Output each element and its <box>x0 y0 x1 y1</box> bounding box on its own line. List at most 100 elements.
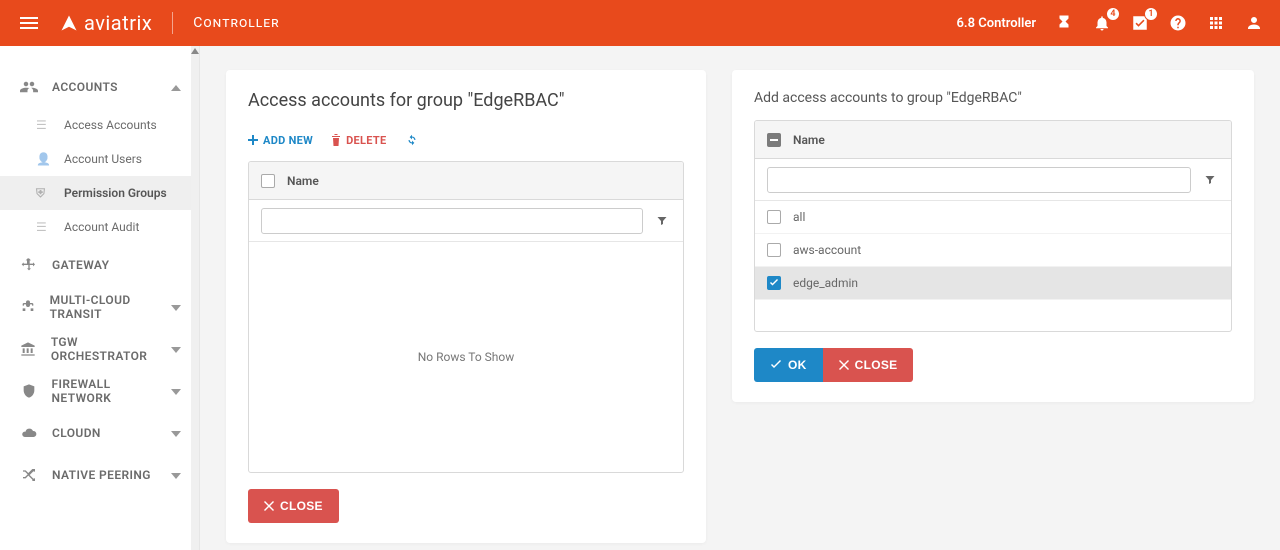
sub-permission-groups[interactable]: ⛨ Permission Groups <box>0 176 199 210</box>
brand-separator <box>172 12 173 34</box>
brand-subtitle: Controller <box>193 15 279 31</box>
nav-cloudn-label: CLOUDN <box>52 426 101 440</box>
left-toolbar: ADD NEW DELETE <box>248 133 684 147</box>
left-grid-filter-row <box>249 200 683 242</box>
select-all-checkbox[interactable] <box>261 174 287 188</box>
menu-toggle-icon[interactable] <box>16 13 42 33</box>
left-grid: Name No Rows To Show <box>248 161 684 473</box>
nav-tgw-orchestrator[interactable]: TGW ORCHESTRATOR <box>0 328 199 370</box>
sub-permission-groups-label: Permission Groups <box>64 186 167 200</box>
header-right: 6.8 Controller 4 1 <box>956 13 1264 33</box>
nav-multi-cloud-transit-label: MULTI-CLOUD TRANSIT <box>50 293 171 321</box>
sub-access-accounts-label: Access Accounts <box>64 118 157 132</box>
users-icon <box>18 78 40 96</box>
close-button-right[interactable]: CLOSE <box>823 348 914 382</box>
nav-cloudn[interactable]: CLOUDN <box>0 412 199 454</box>
brand-text: aviatrix <box>84 11 152 35</box>
left-panel-title: Access accounts for group "EdgeRBAC" <box>248 90 684 111</box>
sidebar-scrollbar[interactable] <box>191 46 199 550</box>
chevron-down-icon <box>171 300 181 314</box>
sub-access-accounts[interactable]: ☰ Access Accounts <box>0 108 199 142</box>
sidebar: ACCOUNTS ☰ Access Accounts 👤 Account Use… <box>0 46 200 550</box>
cloud-icon <box>18 425 40 441</box>
network-icon <box>18 299 38 315</box>
row-checkbox[interactable] <box>767 276 793 290</box>
left-grid-filter-input[interactable] <box>261 208 643 234</box>
left-grid-header: Name <box>249 162 683 200</box>
chevron-down-icon <box>171 468 181 482</box>
nav-gateway[interactable]: GATEWAY <box>0 244 199 286</box>
group-icon: ⛨ <box>36 186 54 201</box>
check-box-icon[interactable]: 1 <box>1130 13 1150 33</box>
brand: aviatrix Controller <box>60 11 280 35</box>
delete-label: DELETE <box>346 134 386 147</box>
right-grid-body: all aws-account edge_admin <box>755 201 1231 331</box>
grid-row-aws-account[interactable]: aws-account <box>755 234 1231 267</box>
top-header: aviatrix Controller 6.8 Controller 4 1 <box>0 0 1280 46</box>
nav-multi-cloud-transit[interactable]: MULTI-CLOUD TRANSIT <box>0 286 199 328</box>
left-button-row: CLOSE <box>248 489 684 523</box>
chevron-down-icon <box>171 426 181 440</box>
scroll-up-arrow-icon[interactable] <box>191 48 199 56</box>
row-label: aws-account <box>793 243 861 257</box>
row-checkbox[interactable] <box>767 243 793 257</box>
bank-icon <box>18 341 39 357</box>
left-grid-name-column: Name <box>287 174 319 188</box>
grid-row-all[interactable]: all <box>755 201 1231 234</box>
delete-button[interactable]: DELETE <box>331 134 386 147</box>
right-panel-title: Add access accounts to group "EdgeRBAC" <box>754 90 1232 106</box>
filter-icon[interactable] <box>653 215 671 227</box>
list-icon: ☰ <box>36 118 54 132</box>
move-icon <box>18 257 40 273</box>
filter-icon[interactable] <box>1201 174 1219 186</box>
close-right-label: CLOSE <box>855 358 898 372</box>
version-label: 6.8 Controller <box>956 16 1036 31</box>
close-label: CLOSE <box>280 499 323 513</box>
grid-row-edge-admin[interactable]: edge_admin <box>755 267 1231 300</box>
ok-button[interactable]: OK <box>754 348 823 382</box>
row-checkbox[interactable] <box>767 210 793 224</box>
right-grid: Name all aws-account <box>754 120 1232 332</box>
user-icon[interactable] <box>1244 13 1264 33</box>
chevron-down-icon <box>171 342 181 356</box>
right-select-all-checkbox[interactable] <box>767 133 793 147</box>
shuffle-icon <box>18 467 40 483</box>
right-button-row: OK CLOSE <box>754 348 1232 382</box>
left-grid-body: No Rows To Show <box>249 242 683 472</box>
ok-label: OK <box>788 358 807 372</box>
audit-icon: ☰ <box>36 220 54 234</box>
refresh-button[interactable] <box>405 133 419 147</box>
nav-firewall-network[interactable]: FIREWALL NETWORK <box>0 370 199 412</box>
empty-message: No Rows To Show <box>418 350 515 364</box>
chevron-down-icon <box>171 384 181 398</box>
bell-icon[interactable]: 4 <box>1092 13 1112 33</box>
add-accounts-panel: Add access accounts to group "EdgeRBAC" … <box>732 70 1254 402</box>
row-label: all <box>793 210 805 224</box>
add-new-button[interactable]: ADD NEW <box>248 134 313 147</box>
sub-account-users-label: Account Users <box>64 152 142 166</box>
nav-native-peering[interactable]: NATIVE PEERING <box>0 454 199 496</box>
sub-account-audit[interactable]: ☰ Account Audit <box>0 210 199 244</box>
shield-icon <box>18 383 40 399</box>
right-grid-header: Name <box>755 121 1231 159</box>
apps-grid-icon[interactable] <box>1206 13 1226 33</box>
user-small-icon: 👤 <box>36 152 54 166</box>
access-accounts-panel: Access accounts for group "EdgeRBAC" ADD… <box>226 70 706 543</box>
sub-account-users[interactable]: 👤 Account Users <box>0 142 199 176</box>
row-label: edge_admin <box>793 276 858 290</box>
chevron-up-icon <box>171 80 181 94</box>
right-grid-filter-input[interactable] <box>767 167 1191 193</box>
nav-firewall-label: FIREWALL NETWORK <box>52 377 171 405</box>
nav-accounts-label: ACCOUNTS <box>52 80 118 94</box>
help-icon[interactable] <box>1168 13 1188 33</box>
add-new-label: ADD NEW <box>263 134 313 147</box>
nav-tgw-label: TGW ORCHESTRATOR <box>51 335 171 363</box>
brand-logo: aviatrix <box>60 11 152 35</box>
nav-native-peering-label: NATIVE PEERING <box>52 468 151 482</box>
hourglass-icon[interactable] <box>1054 13 1074 33</box>
close-button[interactable]: CLOSE <box>248 489 339 523</box>
nav-gateway-label: GATEWAY <box>52 258 109 272</box>
right-grid-name-column: Name <box>793 133 825 147</box>
bell-badge: 4 <box>1106 7 1120 21</box>
nav-accounts[interactable]: ACCOUNTS <box>0 66 199 108</box>
